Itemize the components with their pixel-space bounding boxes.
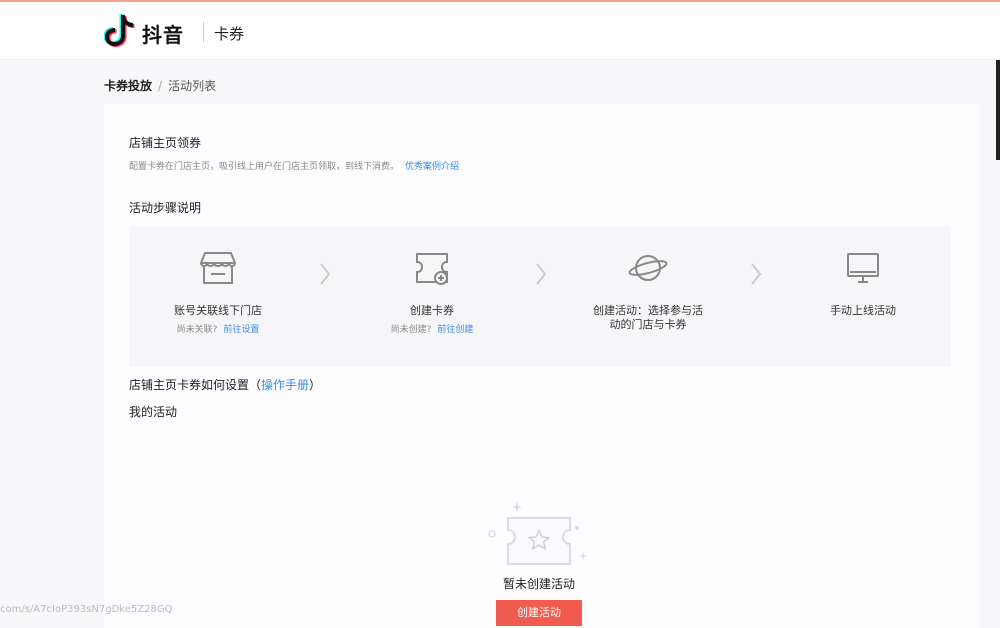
step-go-online: 手动上线活动: [773, 250, 953, 318]
planet-icon: [628, 255, 668, 281]
step-label-line2: 动的门店与卡券: [609, 318, 687, 331]
section-title: 店铺主页领券: [129, 136, 202, 150]
chevron-right-icon: [751, 263, 762, 285]
chevron-right-icon: [536, 263, 547, 285]
go-create-link[interactable]: 前往创建: [437, 325, 473, 335]
app-header: 抖音 卡券: [0, 2, 1000, 60]
howto-label: 店铺主页卡券如何设置（: [129, 378, 262, 392]
breadcrumb-separator: /: [158, 79, 163, 93]
breadcrumb-parent[interactable]: 卡券投放: [104, 79, 152, 93]
steps-title: 活动步骤说明: [129, 201, 202, 215]
step-label: 创建活动：选择参与活 动的门店与卡券: [558, 304, 738, 332]
create-activity-button[interactable]: 创建活动: [496, 600, 582, 626]
chevron-right-icon: [320, 263, 331, 285]
monitor-icon: [847, 253, 879, 283]
step-sub: 尚未创建? 前往创建: [342, 322, 522, 335]
step-label: 账号关联线下门店: [174, 304, 262, 317]
my-activities-title: 我的活动: [129, 405, 178, 419]
case-intro-link[interactable]: 优秀案例介绍: [405, 162, 459, 172]
description-text: 配置卡券在门店主页，吸引线上用户在门店主页领取，到线下消费。: [129, 162, 400, 172]
store-icon: [200, 252, 236, 284]
section-description: 配置卡券在门店主页，吸引线上用户在门店主页领取，到线下消费。 优秀案例介绍: [129, 159, 459, 172]
empty-state-text: 暂未创建活动: [502, 577, 575, 591]
howto-text: 店铺主页卡券如何设置（操作手册）: [129, 376, 321, 393]
step-sub-text: 尚未关联?: [176, 325, 218, 335]
howto-close: ）: [309, 378, 322, 392]
breadcrumb-current: 活动列表: [168, 79, 217, 93]
step-link-store: 账号关联线下门店 尚未关联? 前往设置: [128, 250, 308, 335]
empty-coupon-icon: [488, 502, 587, 565]
coupon-icon: [416, 253, 448, 285]
step-label-line1: 创建活动：选择参与活: [593, 304, 703, 317]
step-create-coupon: 创建卡券 尚未创建? 前往创建: [342, 250, 522, 335]
step-sub-text: 尚未创建?: [390, 325, 432, 335]
brand-name: 抖音: [142, 23, 184, 47]
breadcrumb: 卡券投放 / 活动列表: [104, 77, 216, 94]
step-sub: 尚未关联? 前往设置: [128, 322, 308, 335]
status-url: com/s/A7cIoP393sN7gDke5Z28GQ: [0, 604, 173, 615]
step-label: 创建卡券: [410, 304, 454, 317]
go-settings-link[interactable]: 前往设置: [223, 325, 259, 335]
step-label: 手动上线活动: [830, 304, 896, 317]
manual-link[interactable]: 操作手册: [261, 378, 309, 392]
douyin-logo-icon[interactable]: [104, 13, 136, 47]
header-divider: [203, 22, 204, 42]
scrollbar-thumb[interactable]: [996, 60, 1000, 160]
step-create-activity: 创建活动：选择参与活 动的门店与卡券: [558, 250, 738, 332]
product-name: 卡券: [214, 25, 245, 43]
